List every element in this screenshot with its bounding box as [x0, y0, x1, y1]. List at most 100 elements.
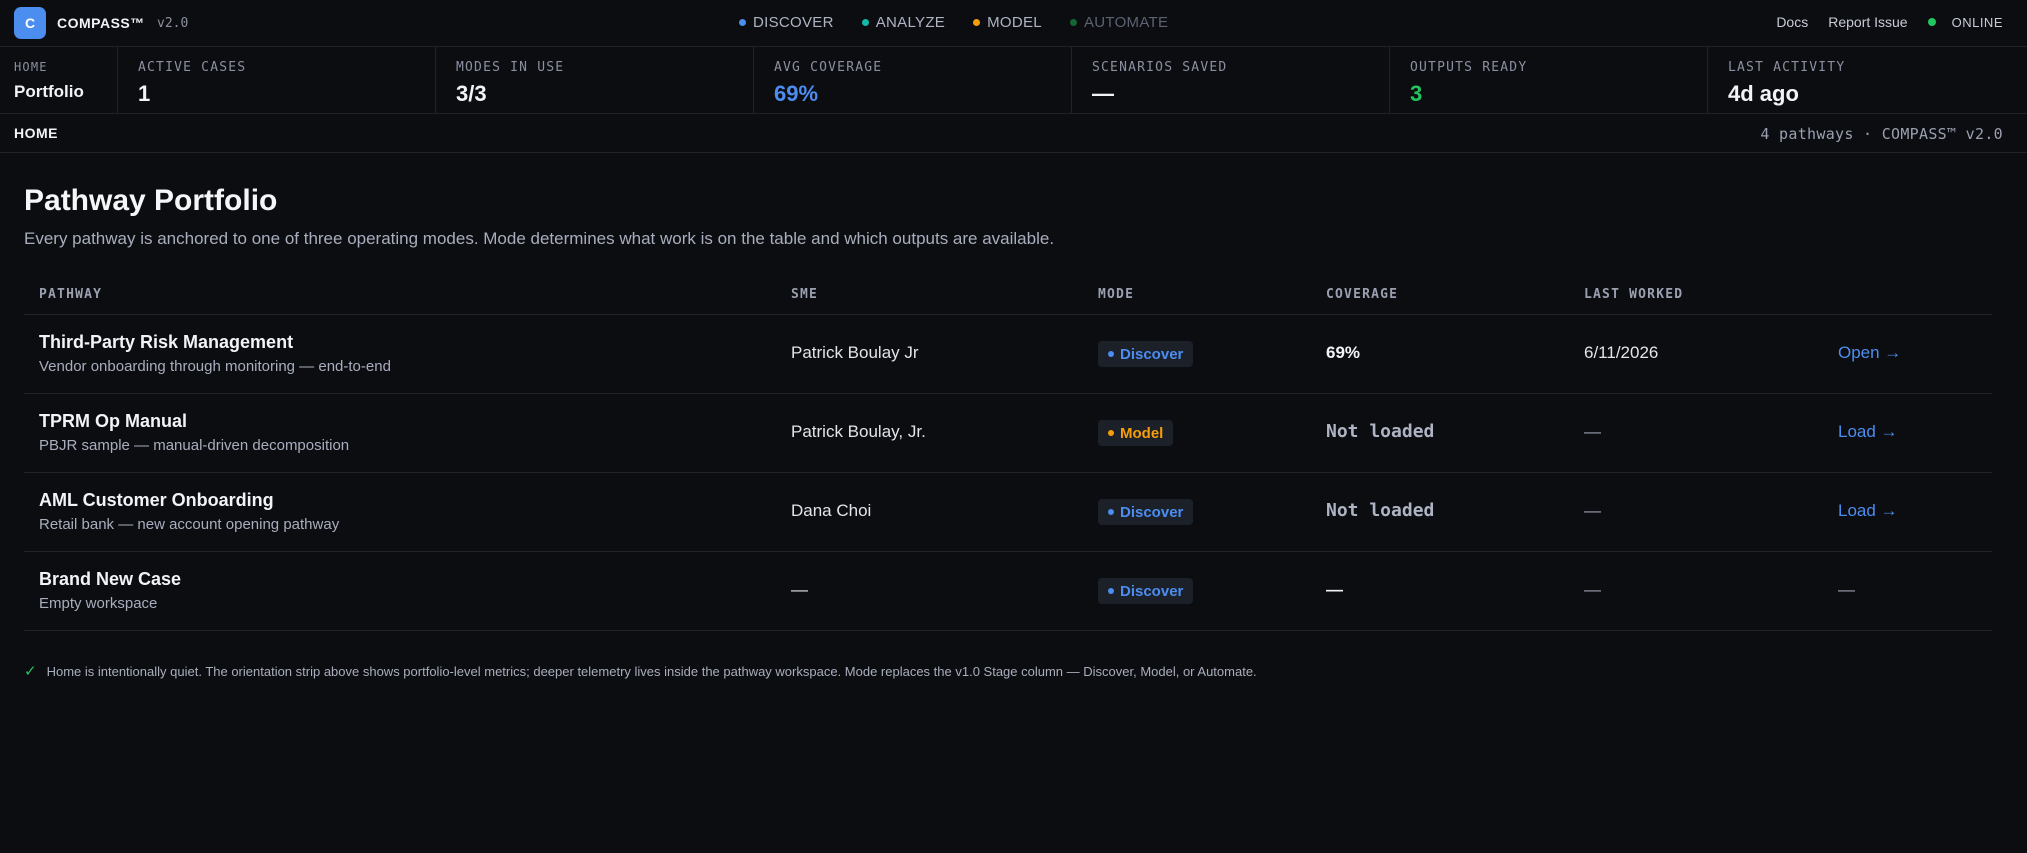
last-worked: —: [1584, 501, 1601, 520]
pathway-table: PATHWAY SME MODE COVERAGE LAST WORKED Th…: [24, 276, 1992, 631]
metric-label: MODES IN USE: [456, 60, 565, 75]
pathway-desc: Vendor onboarding through monitoring — e…: [39, 358, 391, 375]
col-sme[interactable]: SME: [791, 287, 818, 302]
metric-last-activity: LAST ACTIVITY 4d ago: [1708, 47, 2027, 113]
col-mode[interactable]: MODE: [1098, 287, 1134, 302]
mode-discover[interactable]: DISCOVER: [739, 14, 834, 31]
metric-label: LAST ACTIVITY: [1728, 60, 1846, 75]
last-worked: 6/11/2026: [1584, 343, 1659, 362]
pathway-name[interactable]: AML Customer Onboarding: [39, 490, 274, 511]
metric-value: 3: [1410, 81, 1423, 106]
footnote-text: Home is intentionally quiet. The orienta…: [46, 663, 1257, 679]
metric-label: SCENARIOS SAVED: [1092, 60, 1228, 75]
mode-analyze[interactable]: ANALYZE: [861, 14, 946, 31]
last-worked: —: [1584, 580, 1601, 599]
mode-badge-label: Discover: [1120, 582, 1184, 600]
online-status: ONLINE: [1927, 14, 2003, 30]
check-icon: ✓: [24, 663, 37, 680]
col-coverage[interactable]: COVERAGE: [1326, 287, 1398, 302]
metric-value: 3/3: [456, 81, 487, 106]
footnote: ✓ Home is intentionally quiet. The orien…: [24, 662, 1257, 680]
top-bar: C COMPASS™ v2.0 DISCOVER ANALYZE MODEL A…: [0, 0, 2027, 47]
mode-dot-icon: [973, 19, 981, 26]
mode-nav: DISCOVER ANALYZE MODEL AUTOMATE: [739, 14, 1168, 31]
sme-name: Patrick Boulay Jr: [791, 343, 919, 362]
table-row[interactable]: TPRM Op Manual PBJR sample — manual-driv…: [24, 394, 1992, 473]
col-pathway[interactable]: PATHWAY: [39, 287, 102, 302]
pathway-name[interactable]: Brand New Case: [39, 569, 181, 590]
metric-value: 69%: [774, 81, 819, 106]
page-title: Pathway Portfolio: [24, 184, 278, 217]
mode-badge-label: Discover: [1120, 503, 1184, 521]
pathway-desc: Empty workspace: [39, 595, 158, 612]
metric-scenarios-saved: SCENARIOS SAVED —: [1072, 47, 1390, 113]
sme-name: —: [791, 580, 808, 599]
status-label: ONLINE: [1951, 14, 2003, 30]
mode-badge-label: Discover: [1120, 345, 1184, 363]
mode-label: ANALYZE: [875, 14, 946, 31]
mode-dot-icon: [1069, 19, 1077, 26]
coverage-value: —: [1326, 580, 1343, 599]
sme-name: Dana Choi: [791, 501, 872, 520]
mode-label: MODEL: [987, 14, 1042, 31]
metric-label: AVG COVERAGE: [774, 60, 883, 75]
metric-avg-coverage: AVG COVERAGE 69%: [754, 47, 1072, 113]
mode-dot-icon: [1108, 430, 1114, 436]
breadcrumb: HOME 4 pathways · COMPASS™ v2.0: [0, 114, 2027, 153]
table-row[interactable]: Third-Party Risk Management Vendor onboa…: [24, 315, 1992, 394]
sme-name: Patrick Boulay, Jr.: [791, 422, 926, 441]
coverage-value: Not loaded: [1326, 500, 1435, 521]
load-link[interactable]: Load →: [1838, 422, 1898, 442]
version-label: v2.0: [157, 16, 189, 31]
mode-badge-label: Model: [1120, 424, 1164, 442]
home-cell[interactable]: HOME Portfolio: [0, 47, 118, 113]
mode-badge: Discover: [1098, 341, 1194, 367]
coverage-value: 69%: [1326, 343, 1361, 362]
action-placeholder: —: [1838, 580, 1855, 599]
report-issue-link[interactable]: Report Issue: [1828, 14, 1907, 30]
status-dot-icon: [1927, 18, 1936, 26]
breadcrumb-home[interactable]: HOME: [14, 125, 58, 141]
mode-label: AUTOMATE: [1083, 14, 1169, 31]
coverage-value: Not loaded: [1326, 421, 1435, 442]
table-row[interactable]: Brand New Case Empty workspace — Discove…: [24, 552, 1992, 631]
mode-badge: Model: [1098, 420, 1174, 446]
header-actions: Docs Report Issue ONLINE: [1776, 14, 2003, 30]
metric-outputs-ready: OUTPUTS READY 3: [1390, 47, 1708, 113]
home-value: Portfolio: [14, 82, 84, 101]
pathway-count-info: 4 pathways · COMPASS™ v2.0: [1760, 125, 2003, 143]
open-link[interactable]: Open →: [1838, 343, 1901, 363]
mode-dot-icon: [861, 19, 869, 26]
metric-label: OUTPUTS READY: [1410, 60, 1528, 75]
metric-value: 1: [138, 81, 151, 106]
metric-value: —: [1092, 81, 1114, 106]
page-subtitle: Every pathway is anchored to one of thre…: [24, 229, 1055, 248]
mode-badge: Discover: [1098, 499, 1194, 525]
compass-logo[interactable]: C: [14, 7, 46, 39]
mode-model[interactable]: MODEL: [973, 14, 1042, 31]
docs-link[interactable]: Docs: [1776, 14, 1808, 30]
pathway-desc: Retail bank — new account opening pathwa…: [39, 516, 340, 533]
metric-active-cases: ACTIVE CASES 1: [118, 47, 436, 113]
pathway-name[interactable]: Third-Party Risk Management: [39, 332, 293, 353]
load-link[interactable]: Load →: [1838, 501, 1898, 521]
pathway-desc: PBJR sample — manual-driven decompositio…: [39, 437, 350, 454]
last-worked: —: [1584, 422, 1601, 441]
mode-dot-icon: [1108, 588, 1114, 594]
mode-dot-icon: [1108, 351, 1114, 357]
metric-value: 4d ago: [1728, 81, 1799, 106]
home-label: HOME: [14, 60, 48, 74]
table-header: PATHWAY SME MODE COVERAGE LAST WORKED: [24, 276, 1992, 315]
mode-automate[interactable]: AUTOMATE: [1069, 14, 1169, 31]
metric-modes-in-use: MODES IN USE 3/3: [436, 47, 754, 113]
mode-dot-icon: [739, 19, 746, 26]
mode-dot-icon: [1108, 509, 1114, 515]
pathway-name[interactable]: TPRM Op Manual: [39, 411, 187, 432]
orientation-strip: HOME Portfolio ACTIVE CASES 1 MODES IN U…: [0, 47, 2027, 114]
table-row[interactable]: AML Customer Onboarding Retail bank — ne…: [24, 473, 1992, 552]
col-last-worked[interactable]: LAST WORKED: [1584, 287, 1683, 302]
mode-badge: Discover: [1098, 578, 1194, 604]
brand-name: COMPASS™: [57, 15, 145, 31]
metric-label: ACTIVE CASES: [138, 60, 247, 75]
mode-label: DISCOVER: [753, 14, 834, 31]
